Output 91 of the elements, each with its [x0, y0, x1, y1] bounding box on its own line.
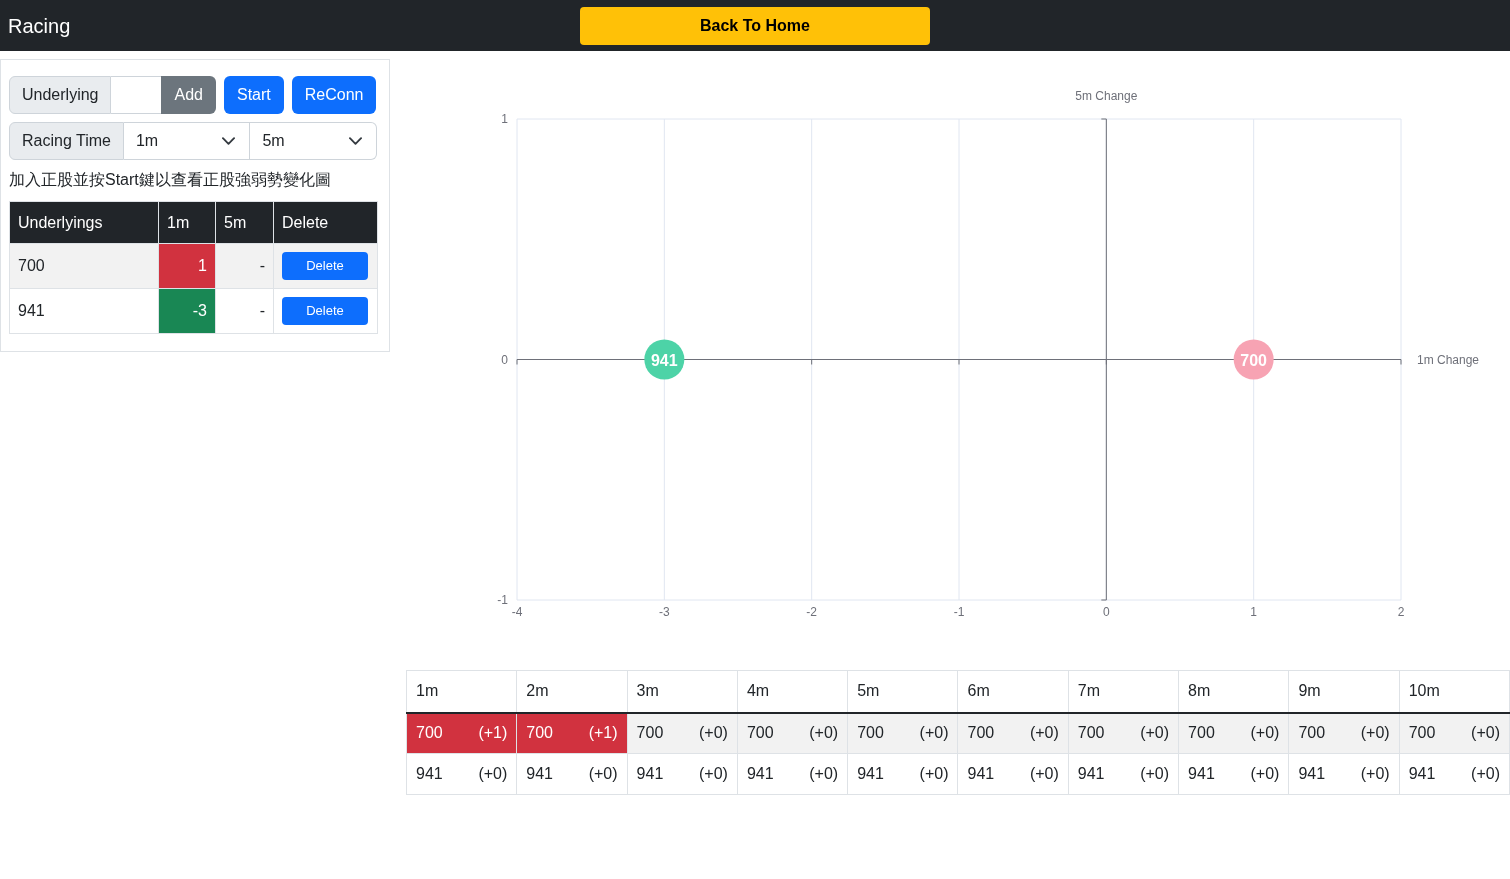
- racing-time-label: Racing Time: [9, 122, 124, 160]
- column-header: 9m: [1288, 670, 1400, 713]
- back-to-home-button[interactable]: Back To Home: [580, 6, 930, 45]
- x-tick-label: -1: [953, 605, 965, 619]
- column-header: 1m: [158, 201, 216, 244]
- start-button[interactable]: Start: [223, 76, 284, 114]
- column-header: Underlyings: [9, 201, 159, 244]
- change-value: (+0): [1250, 764, 1280, 784]
- column-header: 4m: [737, 670, 848, 713]
- app-title: Racing: [7, 13, 71, 39]
- stock-code: 700: [416, 723, 443, 744]
- x-axis-title: 1m Change: [1417, 352, 1480, 367]
- underlying-label: Underlying: [9, 76, 112, 114]
- change-value: (+0): [1360, 764, 1390, 784]
- stock-code: 700: [1077, 723, 1105, 744]
- y-tick-label: 1: [501, 112, 508, 126]
- column-header: 6m: [958, 670, 1069, 713]
- stock-code: 941: [416, 764, 443, 784]
- instruction-text: 加入正股並按Start鍵以查看正股強弱勢變化圖: [9, 170, 332, 190]
- stock-code: 941: [1188, 764, 1215, 784]
- stock-code: 941: [636, 764, 664, 784]
- change-value: (+0): [1360, 723, 1390, 744]
- reconn-button[interactable]: ReConn: [291, 76, 377, 114]
- stock-code: 941: [1298, 764, 1326, 784]
- column-header: 10m: [1399, 670, 1510, 713]
- column-header: 7m: [1068, 670, 1179, 713]
- change-value: (+0): [809, 764, 839, 784]
- stock-code: 700: [636, 723, 664, 744]
- chevron-down-icon: [349, 137, 362, 145]
- change-value: (+0): [1029, 723, 1059, 744]
- stock-code: 700: [746, 723, 774, 744]
- delete-button[interactable]: Delete: [282, 297, 368, 325]
- stock-code: 941: [857, 764, 884, 784]
- point-label: 700: [1240, 351, 1267, 369]
- x-tick-label: 0: [1103, 605, 1110, 619]
- x-tick-label: -2: [806, 605, 817, 619]
- change-value: (+0): [478, 764, 508, 784]
- stock-code: 700: [857, 723, 884, 744]
- x-tick-label: -4: [511, 605, 523, 619]
- change-value: (+1): [478, 723, 508, 744]
- time-dropdown[interactable]: 5m: [250, 122, 377, 160]
- chevron-down-icon: [222, 137, 236, 145]
- column-header: 2m: [516, 670, 628, 713]
- column-header: 8m: [1178, 670, 1289, 713]
- stock-code: 941: [746, 764, 774, 784]
- column-header: 3m: [627, 670, 738, 713]
- time-dropdown[interactable]: 1m: [123, 122, 251, 160]
- change-value: (+0): [1471, 723, 1500, 744]
- change-value: (+0): [588, 764, 618, 784]
- x-tick-label: -3: [659, 605, 670, 619]
- add-button[interactable]: Add: [161, 76, 216, 114]
- table-cell: 700: [9, 243, 159, 289]
- table-cell: -: [215, 288, 274, 334]
- change-value: (+0): [1140, 723, 1170, 744]
- delete-button[interactable]: Delete: [282, 252, 368, 280]
- underlying-input[interactable]: [111, 76, 162, 114]
- change-value: (+0): [699, 723, 728, 744]
- change-value: (+0): [1471, 764, 1500, 784]
- change-value: (+0): [699, 764, 728, 784]
- x-tick-label: 2: [1397, 605, 1405, 619]
- stock-code: 941: [967, 764, 995, 784]
- change-value: (+1): [588, 723, 618, 744]
- column-header: 1m: [406, 670, 517, 713]
- y-axis-title: 5m Change: [1075, 89, 1138, 103]
- change-value: (+0): [1250, 723, 1280, 744]
- data-point[interactable]: [644, 339, 685, 380]
- change-value: (+0): [809, 723, 839, 744]
- table-cell: -3: [158, 288, 216, 334]
- change-value: (+0): [919, 764, 949, 784]
- column-header: Delete: [273, 201, 378, 244]
- change-value: (+0): [1140, 764, 1170, 784]
- stock-code: 941: [526, 764, 553, 784]
- change-value: (+0): [919, 723, 949, 744]
- point-label: 941: [651, 351, 678, 369]
- table-cell: -: [215, 243, 274, 289]
- y-tick-label: 0: [501, 352, 508, 367]
- stock-code: 941: [1408, 764, 1436, 784]
- x-tick-label: 1: [1250, 605, 1257, 619]
- change-value: (+0): [1029, 764, 1059, 784]
- data-point[interactable]: [1233, 339, 1274, 380]
- stock-code: 700: [967, 723, 995, 744]
- stock-code: 700: [526, 723, 553, 744]
- stock-code: 700: [1408, 723, 1436, 744]
- stock-code: 700: [1298, 723, 1326, 744]
- table-cell: 1: [158, 243, 216, 289]
- table-cell: 941: [9, 288, 159, 334]
- stock-code: 700: [1188, 723, 1215, 744]
- column-header: 5m: [215, 201, 274, 244]
- column-header: 5m: [847, 670, 958, 713]
- stock-code: 941: [1077, 764, 1105, 784]
- y-tick-label: -1: [497, 593, 508, 607]
